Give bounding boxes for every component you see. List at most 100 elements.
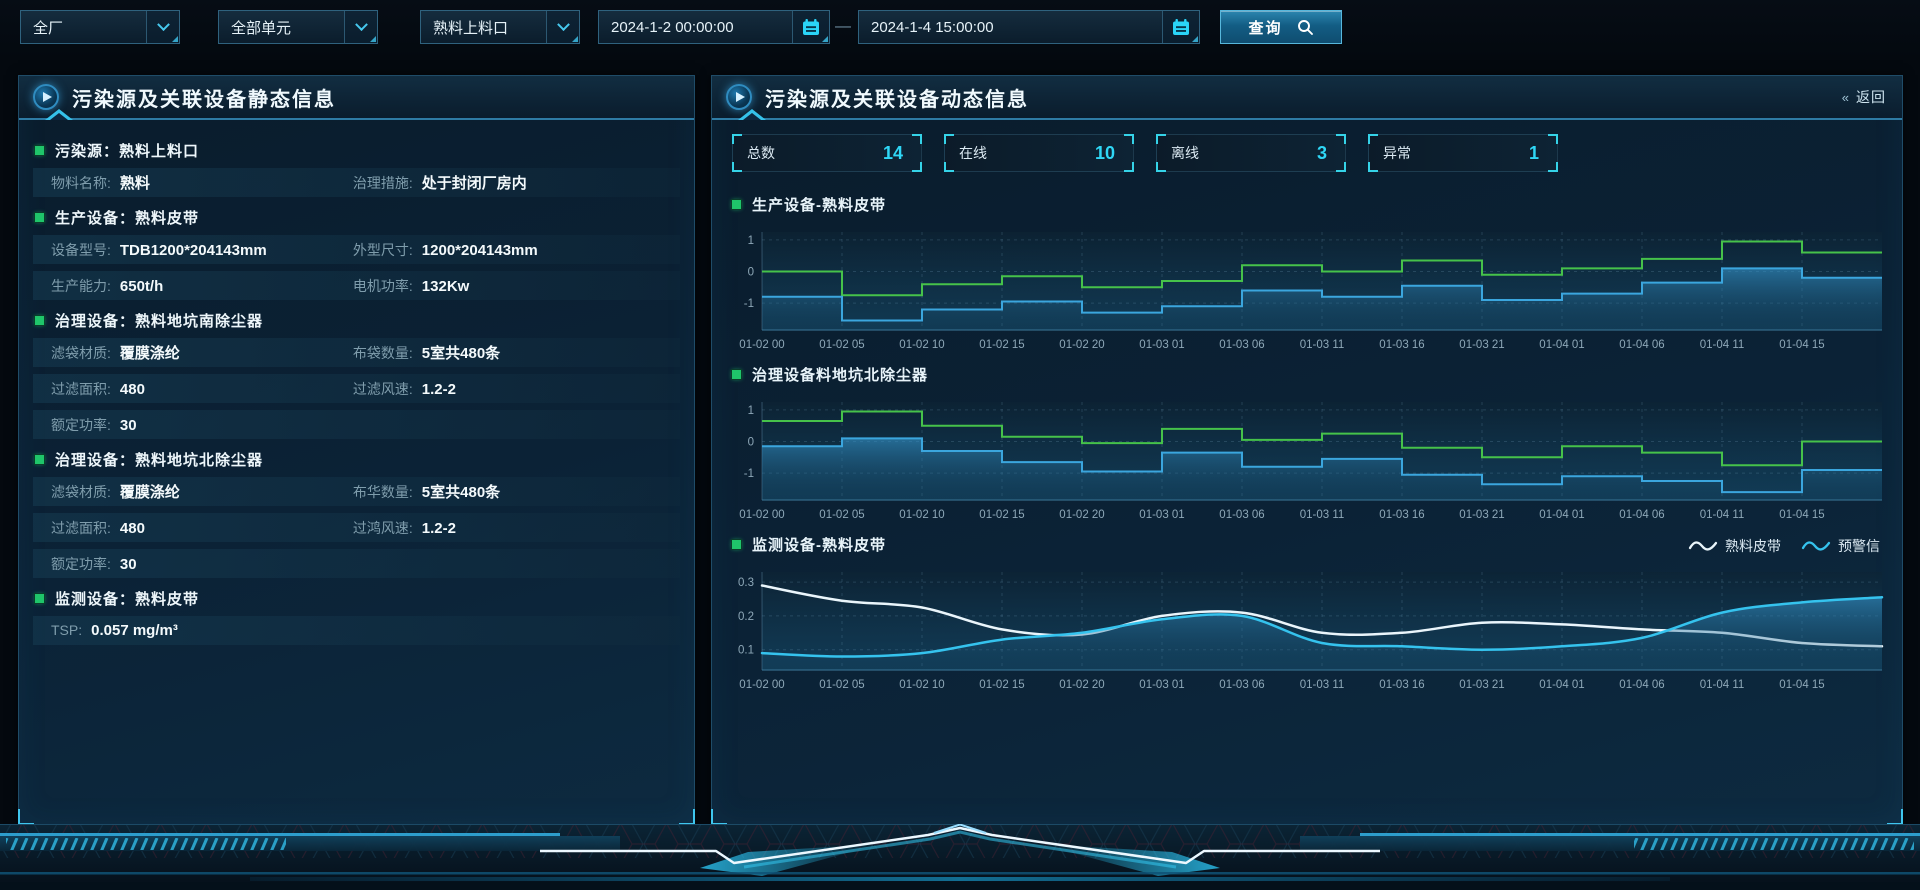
svg-text:01-02 00: 01-02 00 — [739, 509, 784, 521]
end-calendar-button[interactable] — [1162, 11, 1199, 43]
info-value: 1.2-2 — [422, 520, 456, 537]
section-title: 污染源：熟料上料口 — [35, 137, 680, 163]
source-select[interactable]: 熟料上料口 — [420, 10, 580, 44]
source-select-button[interactable] — [546, 11, 579, 43]
svg-text:01-04 06: 01-04 06 — [1619, 339, 1664, 351]
info-cell: 物料名称:熟料 — [51, 172, 353, 193]
info-cell: 布袋数量:5室共480条 — [353, 342, 680, 363]
section-title-text: 监测设备：熟料皮带 — [55, 588, 199, 609]
source-select-value: 熟料上料口 — [421, 17, 546, 38]
plant-select-button[interactable] — [146, 11, 179, 43]
info-label: 滤袋材质: — [51, 482, 111, 502]
start-datetime-input[interactable]: 2024-1-2 00:00:00 — [598, 10, 830, 44]
svg-text:01-02 05: 01-02 05 — [819, 509, 864, 521]
svg-text:0.2: 0.2 — [738, 611, 754, 623]
info-row: 滤袋材质:覆膜涤纶布华数量:5室共480条 — [33, 477, 680, 506]
svg-text:1: 1 — [748, 235, 754, 247]
svg-text:01-03 06: 01-03 06 — [1219, 509, 1264, 521]
date-range-separator: — — [832, 10, 854, 44]
info-cell: 过滤面积: 480 — [51, 518, 353, 538]
unit-select-button[interactable] — [344, 11, 377, 43]
svg-text:01-03 11: 01-03 11 — [1300, 679, 1345, 691]
query-button-label: 查询 — [1248, 17, 1282, 38]
info-value: 132Kw — [422, 278, 470, 295]
info-cell: 滤袋材质:覆膜涤纶 — [51, 342, 353, 363]
svg-text:-1: -1 — [744, 468, 754, 480]
svg-text:01-02 15: 01-02 15 — [979, 509, 1024, 521]
end-datetime-input[interactable]: 2024-1-4 15:00:00 — [858, 10, 1200, 44]
bullet-icon — [732, 200, 741, 209]
svg-text:01-02 20: 01-02 20 — [1059, 339, 1104, 351]
svg-text:01-03 16: 01-03 16 — [1379, 509, 1424, 521]
info-label: 生产能力: — [51, 276, 111, 296]
info-label: 过滤风速: — [353, 379, 413, 399]
info-row: 额定功率:30 — [33, 549, 680, 578]
info-value: 650t/h — [120, 278, 163, 295]
plant-select[interactable]: 全厂 — [20, 10, 180, 44]
info-label: 布袋数量: — [353, 343, 413, 363]
chart-title: 生产设备-熟料皮带 — [732, 194, 886, 215]
info-label: 过滤面积: — [51, 379, 111, 399]
info-row: 物料名称:熟料治理措施:处于封闭厂房内 — [33, 168, 680, 197]
section-title: 生产设备：熟料皮带 — [35, 204, 680, 230]
calendar-icon — [1171, 17, 1191, 37]
section-title-text: 生产设备：熟料皮带 — [55, 207, 199, 228]
svg-text:01-03 21: 01-03 21 — [1459, 509, 1504, 521]
svg-text:01-03 21: 01-03 21 — [1459, 679, 1504, 691]
legend-label: 熟料皮带 — [1725, 536, 1781, 556]
info-value: 熟料 — [120, 172, 150, 193]
info-label: TSP: — [51, 622, 82, 638]
svg-text:01-03 01: 01-03 01 — [1139, 509, 1184, 521]
svg-text:01-02 10: 01-02 10 — [899, 679, 944, 691]
svg-text:01-04 06: 01-04 06 — [1619, 679, 1664, 691]
svg-text:0: 0 — [748, 267, 754, 279]
info-label: 额定功率: — [51, 415, 111, 435]
info-cell: 过鸿风速:1.2-2 — [353, 518, 680, 538]
info-cell: 布华数量:5室共480条 — [353, 481, 680, 502]
info-label: 治理措施: — [353, 173, 413, 193]
info-cell: 过滤风速:1.2-2 — [353, 379, 680, 399]
svg-text:01-02 10: 01-02 10 — [899, 339, 944, 351]
info-cell: 治理措施:处于封闭厂房内 — [353, 172, 680, 193]
info-row: 过滤面积: 480 过滤风速:1.2-2 — [33, 374, 680, 403]
section-title: 治理设备：熟料地坑南除尘器 — [35, 307, 680, 333]
info-cell: 生产能力: 650t/h — [51, 276, 353, 296]
info-label: 设备型号: — [51, 240, 111, 260]
info-value: 30 — [120, 556, 137, 573]
svg-text:01-03 11: 01-03 11 — [1300, 339, 1345, 351]
query-button[interactable]: 查询 — [1220, 10, 1342, 44]
svg-text:01-04 06: 01-04 06 — [1619, 509, 1664, 521]
svg-text:0: 0 — [748, 437, 754, 449]
section-title-text: 污染源：熟料上料口 — [55, 140, 199, 161]
calendar-icon — [801, 17, 821, 37]
start-calendar-button[interactable] — [792, 11, 829, 43]
unit-select[interactable]: 全部单元 — [218, 10, 378, 44]
wave-line-icon — [1801, 540, 1831, 552]
chevron-down-icon — [355, 18, 368, 31]
info-label: 过滤面积: — [51, 518, 111, 538]
svg-text:01-03 06: 01-03 06 — [1219, 679, 1264, 691]
dynamic-info-panel: 污染源及关联设备动态信息 «返回 总数14在线10离线3异常1 生产设备-熟料皮… — [711, 75, 1903, 825]
start-datetime-value: 2024-1-2 00:00:00 — [599, 19, 792, 36]
info-row: 设备型号:TDB1200*204143mm外型尺寸:1200*204143mm — [33, 235, 680, 264]
play-icon — [33, 84, 59, 110]
info-row: TSP:0.057 mg/m³ — [33, 616, 680, 645]
info-value: 480 — [120, 520, 145, 537]
svg-text:01-04 11: 01-04 11 — [1700, 679, 1745, 691]
chevron-down-icon — [557, 18, 570, 31]
info-value: 覆膜涤纶 — [120, 342, 180, 363]
svg-text:01-02 05: 01-02 05 — [819, 679, 864, 691]
svg-text:01-03 16: 01-03 16 — [1379, 339, 1424, 351]
chart-title-text: 监测设备-熟料皮带 — [752, 534, 886, 555]
svg-text:01-04 11: 01-04 11 — [1700, 509, 1745, 521]
info-label: 电机功率: — [353, 276, 413, 296]
static-info-header: 污染源及关联设备静态信息 — [19, 76, 694, 120]
svg-text:01-03 11: 01-03 11 — [1300, 509, 1345, 521]
section-title-text: 治理设备：熟料地坑北除尘器 — [55, 449, 263, 470]
info-row: 过滤面积: 480 过鸿风速:1.2-2 — [33, 513, 680, 542]
svg-text:-1: -1 — [744, 298, 754, 310]
svg-text:01-03 06: 01-03 06 — [1219, 339, 1264, 351]
svg-text:01-02 05: 01-02 05 — [819, 339, 864, 351]
info-value: 480 — [120, 381, 145, 398]
chart-title-text: 治理设备料地坑北除尘器 — [752, 364, 928, 385]
